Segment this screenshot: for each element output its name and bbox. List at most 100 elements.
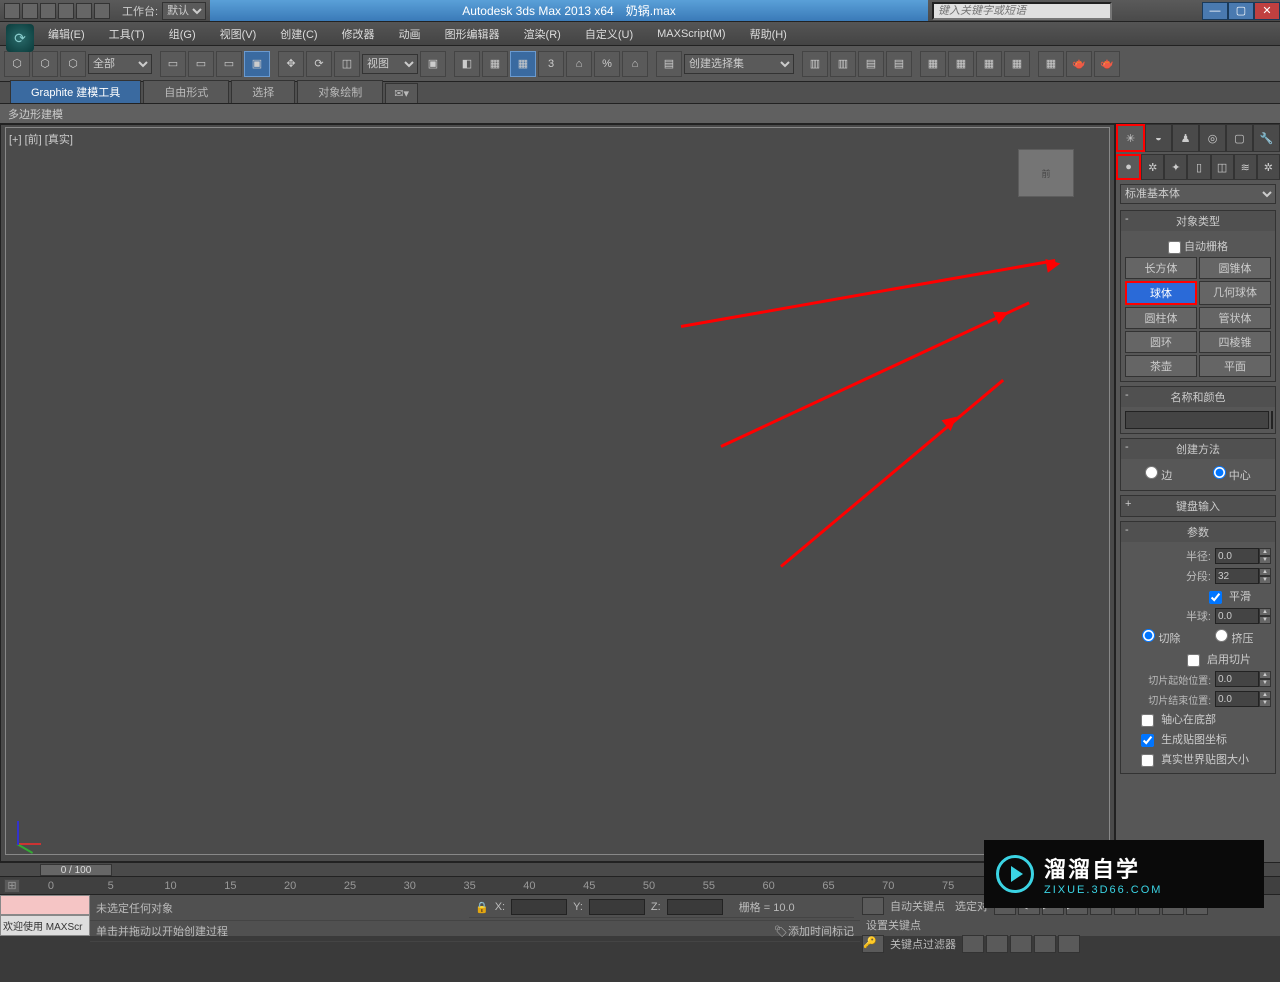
shapes-category-icon[interactable]: ✲ <box>1141 154 1164 180</box>
viewport[interactable]: [+] [前] [真实] 前 <box>0 124 1115 862</box>
rotate-icon[interactable]: ⟳ <box>306 51 332 77</box>
mirror-icon[interactable]: ▥ <box>802 51 828 77</box>
menu-tools[interactable]: 工具(T) <box>99 24 155 44</box>
z-input[interactable] <box>667 899 723 915</box>
select-region-icon[interactable]: ▭ <box>216 51 242 77</box>
workspace-dropdown[interactable]: 默认 <box>162 2 206 20</box>
spinner-snap-icon[interactable]: % <box>594 51 620 77</box>
link-tool-icon[interactable]: ⬡ <box>4 51 30 77</box>
nav8-icon[interactable] <box>1058 935 1080 953</box>
menu-group[interactable]: 组(G) <box>159 24 206 44</box>
manipulate-icon[interactable]: ◧ <box>454 51 480 77</box>
key-filter-button[interactable]: 关键点过滤器 <box>886 936 960 952</box>
menu-maxscript[interactable]: MAXScript(M) <box>647 26 735 42</box>
teapot-quick-icon[interactable]: 🫖 <box>1094 51 1120 77</box>
btn-cylinder[interactable]: 圆柱体 <box>1125 307 1197 329</box>
ribbon-dropdown-icon[interactable]: ✉▾ <box>385 83 418 103</box>
object-color-swatch[interactable] <box>1271 411 1273 429</box>
menu-create[interactable]: 创建(C) <box>270 24 327 44</box>
nav6-icon[interactable] <box>1010 935 1032 953</box>
material-editor-icon[interactable]: ▦ <box>948 51 974 77</box>
key-mode-icon[interactable]: 🔑 <box>862 935 884 953</box>
menu-view[interactable]: 视图(V) <box>210 24 267 44</box>
angle-snap-icon[interactable]: 3 <box>538 51 564 77</box>
named-selection-dropdown[interactable]: 创建选择集 <box>684 54 794 74</box>
layers-icon[interactable]: ▤ <box>858 51 884 77</box>
geometry-category-icon[interactable]: ● <box>1116 154 1141 180</box>
ribbon-tab-freeform[interactable]: 自由形式 <box>143 80 229 103</box>
menu-render[interactable]: 渲染(R) <box>514 24 571 44</box>
ref-coord-dropdown[interactable]: 视图 <box>362 54 418 74</box>
unlink-tool-icon[interactable]: ⬡ <box>32 51 58 77</box>
rollout-header-object-type[interactable]: -对象类型 <box>1121 211 1275 231</box>
radio-edge[interactable]: 边 <box>1145 466 1172 483</box>
link-icon[interactable] <box>94 3 110 19</box>
slice-to-input[interactable] <box>1215 691 1259 707</box>
segments-spin-up[interactable]: ▲ <box>1259 568 1271 576</box>
maximize-button[interactable]: ▢ <box>1228 2 1254 20</box>
time-config-icon[interactable] <box>962 935 984 953</box>
move-icon[interactable]: ✥ <box>278 51 304 77</box>
segments-input[interactable] <box>1215 568 1259 584</box>
save-icon[interactable] <box>40 3 56 19</box>
ribbon-tab-graphite[interactable]: Graphite 建模工具 <box>10 80 141 103</box>
menu-help[interactable]: 帮助(H) <box>740 24 797 44</box>
named-sel-edit-icon[interactable]: ▤ <box>656 51 682 77</box>
bind-tool-icon[interactable]: ⬡ <box>60 51 86 77</box>
isolate-icon[interactable] <box>862 897 884 915</box>
curve-editor-icon[interactable]: ▤ <box>886 51 912 77</box>
close-button[interactable]: ✕ <box>1254 2 1280 20</box>
menu-modifiers[interactable]: 修改器 <box>332 24 385 44</box>
create-tab-icon[interactable]: ✳ <box>1116 124 1145 152</box>
radius-spin-down[interactable]: ▼ <box>1259 556 1271 564</box>
new-icon[interactable] <box>4 3 20 19</box>
app-menu-icon[interactable]: ⟳ <box>6 24 34 52</box>
btn-torus[interactable]: 圆环 <box>1125 331 1197 353</box>
primitive-type-dropdown[interactable]: 标准基本体 <box>1120 184 1276 204</box>
percent-snap-icon[interactable]: ⌂ <box>566 51 592 77</box>
viewport-canvas[interactable] <box>5 127 1110 855</box>
modify-tab-icon[interactable]: ◒ <box>1145 124 1172 152</box>
rollout-header-keyboard[interactable]: +键盘输入 <box>1121 496 1275 516</box>
helpers-category-icon[interactable]: ◫ <box>1211 154 1234 180</box>
help-icon[interactable] <box>1176 3 1192 19</box>
utilities-tab-icon[interactable]: 🔧 <box>1253 124 1280 152</box>
selection-filter-dropdown[interactable]: 全部 <box>88 54 152 74</box>
menu-edit[interactable]: 编辑(E) <box>38 24 95 44</box>
object-name-input[interactable] <box>1125 411 1269 429</box>
real-world-checkbox[interactable] <box>1141 754 1154 767</box>
render-setup-icon[interactable]: ▦ <box>976 51 1002 77</box>
snap-toggle-icon[interactable]: ▦ <box>510 51 536 77</box>
menu-graph[interactable]: 图形编辑器 <box>435 24 510 44</box>
schematic-icon[interactable]: ▦ <box>920 51 946 77</box>
smooth-checkbox[interactable] <box>1209 591 1222 604</box>
btn-tube[interactable]: 管状体 <box>1199 307 1271 329</box>
autogrid-checkbox[interactable] <box>1168 241 1181 254</box>
hemi-input[interactable] <box>1215 608 1259 624</box>
lock-icon[interactable]: 🔒 <box>475 901 489 914</box>
align-icon[interactable]: ▥ <box>830 51 856 77</box>
ribbon-panel-label[interactable]: 多边形建模 <box>0 104 1280 124</box>
help-search-input[interactable] <box>932 2 1112 20</box>
teapot-render-icon[interactable]: 🫖 <box>1066 51 1092 77</box>
star-icon[interactable] <box>1156 3 1172 19</box>
base-pivot-checkbox[interactable] <box>1141 714 1154 727</box>
gen-uv-checkbox[interactable] <box>1141 734 1154 747</box>
btn-plane[interactable]: 平面 <box>1199 355 1271 377</box>
listener-white[interactable]: 欢迎使用 MAXScr <box>0 915 90 936</box>
render-frame-icon[interactable]: ▦ <box>1004 51 1030 77</box>
undo-icon[interactable] <box>58 3 74 19</box>
rollout-header-create-method[interactable]: -创建方法 <box>1121 439 1275 459</box>
auto-key-button[interactable]: 自动关键点 <box>886 898 949 914</box>
cameras-category-icon[interactable]: ▯ <box>1187 154 1210 180</box>
btn-teapot[interactable]: 茶壶 <box>1125 355 1197 377</box>
track-toggle-icon[interactable]: ⊞ <box>4 879 20 893</box>
y-input[interactable] <box>589 899 645 915</box>
radio-chop[interactable]: 切除 <box>1142 629 1180 646</box>
select-name-icon[interactable]: ▭ <box>188 51 214 77</box>
menu-animation[interactable]: 动画 <box>389 24 431 44</box>
btn-sphere[interactable]: 球体 <box>1125 281 1197 305</box>
hemi-spin-up[interactable]: ▲ <box>1259 608 1271 616</box>
slice-on-checkbox[interactable] <box>1187 654 1200 667</box>
scale-icon[interactable]: ◫ <box>334 51 360 77</box>
